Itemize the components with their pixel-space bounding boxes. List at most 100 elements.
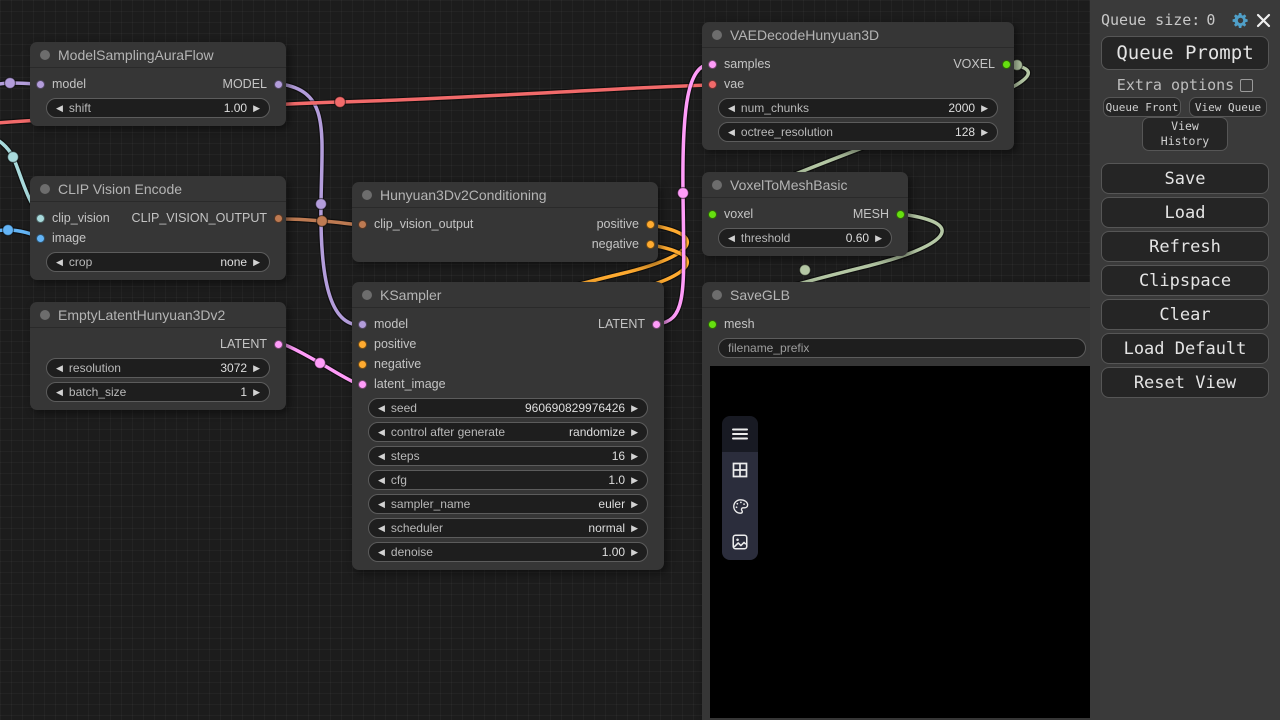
grid-icon[interactable]: [722, 452, 758, 488]
reset-view-button[interactable]: Reset View: [1101, 367, 1269, 398]
node-title-bar[interactable]: CLIP Vision Encode: [30, 176, 286, 202]
increment-arrow-icon[interactable]: ▶: [631, 500, 638, 509]
collapse-dot-icon[interactable]: [40, 184, 50, 194]
wire-model-link-reroute-dot[interactable]: [316, 199, 327, 210]
extra-options-checkbox[interactable]: [1240, 79, 1253, 92]
clipspace-button[interactable]: Clipspace: [1101, 265, 1269, 296]
input-slot-dot-model[interactable]: [358, 320, 367, 329]
decrement-arrow-icon[interactable]: ◀: [728, 128, 735, 137]
node-title-bar[interactable]: Hunyuan3Dv2Conditioning: [352, 182, 658, 208]
wire-image-input-reroute-dot[interactable]: [3, 225, 14, 236]
decrement-arrow-icon[interactable]: ◀: [728, 234, 735, 243]
increment-arrow-icon[interactable]: ▶: [631, 524, 638, 533]
widget-steps[interactable]: ◀steps16▶: [368, 446, 648, 466]
input-slot-dot-mesh[interactable]: [708, 320, 717, 329]
wire-clipvisionoutput-link-reroute-dot[interactable]: [317, 216, 328, 227]
wire-mesh-link-reroute-dot[interactable]: [800, 265, 811, 276]
decrement-arrow-icon[interactable]: ◀: [56, 104, 63, 113]
widget-batch-size[interactable]: ◀batch_size1▶: [46, 382, 270, 402]
load-button[interactable]: Load: [1101, 197, 1269, 228]
increment-arrow-icon[interactable]: ▶: [631, 404, 638, 413]
increment-arrow-icon[interactable]: ▶: [253, 364, 260, 373]
increment-arrow-icon[interactable]: ▶: [253, 258, 260, 267]
view-history-button[interactable]: View History: [1142, 117, 1228, 151]
node-graph-canvas[interactable]: ModelSamplingAuraFlowmodelMODEL◀shift1.0…: [0, 0, 1090, 720]
widget-resolution[interactable]: ◀resolution3072▶: [46, 358, 270, 378]
decrement-arrow-icon[interactable]: ◀: [378, 452, 385, 461]
output-slot-dot-voxel[interactable]: [1002, 60, 1011, 69]
refresh-button[interactable]: Refresh: [1101, 231, 1269, 262]
output-slot-dot-latent[interactable]: [274, 340, 283, 349]
widget-octree-resolution[interactable]: ◀octree_resolution128▶: [718, 122, 998, 142]
widget-num-chunks[interactable]: ◀num_chunks2000▶: [718, 98, 998, 118]
increment-arrow-icon[interactable]: ▶: [631, 548, 638, 557]
node-vaedecodehunyuan3d[interactable]: VAEDecodeHunyuan3DsamplesVOXELvae◀num_ch…: [702, 22, 1014, 150]
wire-vae-link-reroute-dot[interactable]: [335, 97, 346, 108]
view-queue-button[interactable]: View Queue: [1189, 97, 1267, 117]
decrement-arrow-icon[interactable]: ◀: [56, 364, 63, 373]
widget-crop[interactable]: ◀cropnone▶: [46, 252, 270, 272]
input-slot-dot-vae[interactable]: [708, 80, 717, 89]
widget-control-after-generate[interactable]: ◀control after generaterandomize▶: [368, 422, 648, 442]
increment-arrow-icon[interactable]: ▶: [875, 234, 882, 243]
menu-icon[interactable]: [722, 416, 758, 452]
output-slot-dot-clip-vision-output[interactable]: [274, 214, 283, 223]
decrement-arrow-icon[interactable]: ◀: [56, 388, 63, 397]
load-default-button[interactable]: Load Default: [1101, 333, 1269, 364]
input-slot-dot-clip-vision[interactable]: [36, 214, 45, 223]
widget-sampler-name[interactable]: ◀sampler_nameeuler▶: [368, 494, 648, 514]
node-saveglb[interactable]: SaveGLBmeshfilename_prefix: [702, 282, 1090, 720]
output-slot-dot-latent[interactable]: [652, 320, 661, 329]
increment-arrow-icon[interactable]: ▶: [631, 428, 638, 437]
queue-prompt-button[interactable]: Queue Prompt: [1101, 36, 1269, 70]
node-modelsamplingauraflow[interactable]: ModelSamplingAuraFlowmodelMODEL◀shift1.0…: [30, 42, 286, 126]
widget-seed[interactable]: ◀seed960690829976426▶: [368, 398, 648, 418]
collapse-dot-icon[interactable]: [712, 30, 722, 40]
image-icon[interactable]: [722, 524, 758, 560]
output-slot-dot-positive[interactable]: [646, 220, 655, 229]
queue-front-button[interactable]: Queue Front: [1103, 97, 1181, 117]
wire-clipvision-input-reroute-dot[interactable]: [8, 152, 19, 163]
increment-arrow-icon[interactable]: ▶: [631, 452, 638, 461]
node-title-bar[interactable]: VAEDecodeHunyuan3D: [702, 22, 1014, 48]
increment-arrow-icon[interactable]: ▶: [253, 388, 260, 397]
collapse-dot-icon[interactable]: [40, 50, 50, 60]
decrement-arrow-icon[interactable]: ◀: [728, 104, 735, 113]
collapse-dot-icon[interactable]: [712, 290, 722, 300]
widget-cfg[interactable]: ◀cfg1.0▶: [368, 470, 648, 490]
settings-gear-icon[interactable]: [1231, 11, 1250, 30]
clear-button[interactable]: Clear: [1101, 299, 1269, 330]
close-icon[interactable]: [1256, 13, 1271, 28]
node-title-bar[interactable]: EmptyLatentHunyuan3Dv2: [30, 302, 286, 328]
widget-threshold[interactable]: ◀threshold0.60▶: [718, 228, 892, 248]
input-slot-dot-image[interactable]: [36, 234, 45, 243]
save-button[interactable]: Save: [1101, 163, 1269, 194]
node-title-bar[interactable]: KSampler: [352, 282, 664, 308]
input-slot-dot-samples[interactable]: [708, 60, 717, 69]
node-emptylatenthunyuan3dv2[interactable]: EmptyLatentHunyuan3Dv2LATENT◀resolution3…: [30, 302, 286, 410]
collapse-dot-icon[interactable]: [712, 180, 722, 190]
collapse-dot-icon[interactable]: [362, 290, 372, 300]
input-slot-dot-clip-vision-output[interactable]: [358, 220, 367, 229]
increment-arrow-icon[interactable]: ▶: [631, 476, 638, 485]
widget-filename-prefix[interactable]: filename_prefix: [718, 338, 1086, 358]
node-title-bar[interactable]: SaveGLB: [702, 282, 1090, 308]
decrement-arrow-icon[interactable]: ◀: [378, 524, 385, 533]
input-slot-dot-voxel[interactable]: [708, 210, 717, 219]
input-slot-dot-positive[interactable]: [358, 340, 367, 349]
widget-shift[interactable]: ◀shift1.00▶: [46, 98, 270, 118]
output-slot-dot-model[interactable]: [274, 80, 283, 89]
collapse-dot-icon[interactable]: [362, 190, 372, 200]
node-clip-vision-encode[interactable]: CLIP Vision Encodeclip_visionCLIP_VISION…: [30, 176, 286, 280]
wire-model-input-reroute-dot[interactable]: [5, 78, 16, 89]
output-slot-dot-negative[interactable]: [646, 240, 655, 249]
input-slot-dot-latent-image[interactable]: [358, 380, 367, 389]
input-slot-dot-model[interactable]: [36, 80, 45, 89]
increment-arrow-icon[interactable]: ▶: [253, 104, 260, 113]
palette-icon[interactable]: [722, 488, 758, 524]
output-slot-dot-mesh[interactable]: [896, 210, 905, 219]
decrement-arrow-icon[interactable]: ◀: [378, 428, 385, 437]
node-title-bar[interactable]: VoxelToMeshBasic: [702, 172, 908, 198]
widget-denoise[interactable]: ◀denoise1.00▶: [368, 542, 648, 562]
increment-arrow-icon[interactable]: ▶: [981, 128, 988, 137]
